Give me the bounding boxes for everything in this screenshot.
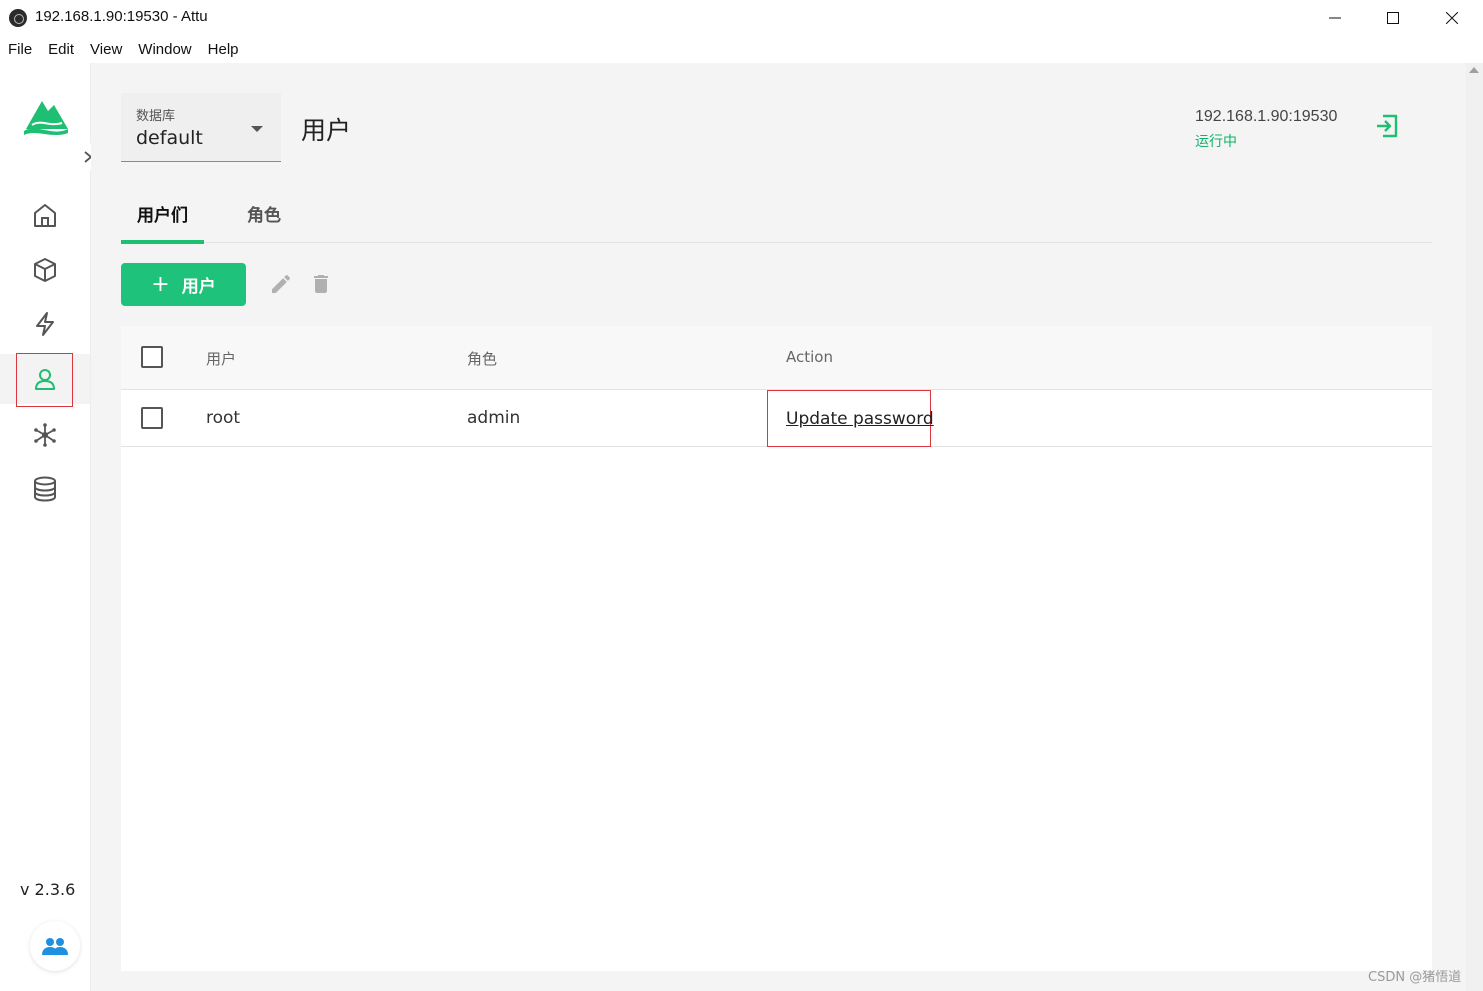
pencil-icon <box>272 274 291 293</box>
window-title: 192.168.1.90:19530 - Attu <box>35 8 208 25</box>
menu-bar: File Edit View Window Help <box>0 36 1483 63</box>
tab-bar: 用户们 角色 <box>121 193 1432 244</box>
database-icon <box>34 476 56 502</box>
menu-window[interactable]: Window <box>138 41 191 58</box>
sidebar-item-users[interactable] <box>0 353 90 407</box>
sidebar-item-collections[interactable] <box>0 245 90 295</box>
app-icon <box>9 9 27 27</box>
sidebar-item-home[interactable] <box>0 190 90 240</box>
lightning-icon <box>36 312 54 336</box>
close-button[interactable] <box>1429 4 1475 32</box>
cell-user: root <box>206 408 241 428</box>
connection-status: 运行中 <box>1195 134 1237 150</box>
scroll-up-arrow-icon[interactable] <box>1469 67 1479 73</box>
vertical-scrollbar[interactable] <box>1466 63 1483 991</box>
menu-help[interactable]: Help <box>208 41 239 58</box>
menu-file[interactable]: File <box>8 41 32 58</box>
team-icon <box>42 938 68 955</box>
home-icon <box>34 204 56 227</box>
users-table: 用户 角色 Action root admin Update password <box>121 326 1432 971</box>
network-icon <box>34 423 56 447</box>
connection-address: 192.168.1.90:19530 <box>1195 108 1338 125</box>
update-password-link[interactable]: Update password <box>786 409 934 429</box>
main-content: 数据库 default 用户 192.168.1.90:19530 运行中 用户… <box>91 63 1466 991</box>
sidebar-item-search[interactable] <box>0 299 90 349</box>
title-bar: 192.168.1.90:19530 - Attu <box>0 0 1483 36</box>
cube-icon <box>34 258 56 282</box>
plus-icon: + <box>151 272 170 297</box>
dropdown-caret-icon <box>251 126 263 132</box>
table-row[interactable]: root admin Update password <box>121 390 1432 447</box>
row-checkbox[interactable] <box>141 407 163 429</box>
column-header-action: Action <box>786 348 833 366</box>
watermark: CSDN @猪悟道 <box>1368 970 1462 985</box>
logout-button[interactable] <box>1372 111 1402 141</box>
page-title: 用户 <box>301 116 352 145</box>
minimize-icon <box>1329 17 1341 19</box>
menu-edit[interactable]: Edit <box>48 41 74 58</box>
add-user-button-label: 用户 <box>181 277 216 297</box>
maximize-icon <box>1387 12 1399 24</box>
tab-roles[interactable]: 角色 <box>247 193 287 243</box>
table-header: 用户 角色 Action <box>121 326 1432 390</box>
sidebar: v 2.3.6 <box>0 63 102 991</box>
attu-logo-icon <box>24 101 68 135</box>
sidebar-item-databases[interactable] <box>0 464 90 514</box>
version-label: v 2.3.6 <box>20 880 76 899</box>
database-select[interactable]: 数据库 default <box>121 93 281 162</box>
minimize-button[interactable] <box>1312 4 1358 32</box>
logout-icon <box>1377 114 1398 138</box>
maximize-button[interactable] <box>1370 4 1416 32</box>
cell-role: admin <box>467 408 521 428</box>
trash-icon <box>314 275 328 293</box>
edit-button[interactable] <box>267 270 295 298</box>
add-user-button[interactable]: + 用户 <box>121 263 246 306</box>
update-password-highlight: Update password <box>767 390 934 447</box>
database-select-value: default <box>136 127 203 149</box>
database-select-label: 数据库 <box>136 109 176 124</box>
select-all-checkbox[interactable] <box>141 346 163 368</box>
sidebar-item-system[interactable] <box>0 410 90 460</box>
column-header-role[interactable]: 角色 <box>467 348 497 369</box>
column-header-user[interactable]: 用户 <box>206 348 236 369</box>
team-button[interactable] <box>30 921 80 971</box>
menu-view[interactable]: View <box>90 41 122 58</box>
delete-button[interactable] <box>307 270 335 298</box>
user-icon <box>35 369 55 390</box>
tab-users[interactable]: 用户们 <box>121 193 204 244</box>
close-icon <box>1446 12 1458 24</box>
